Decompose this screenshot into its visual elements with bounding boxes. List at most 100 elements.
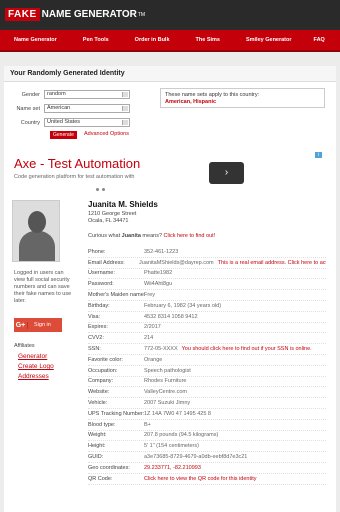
address-line-1: 1210 George Street <box>88 211 137 217</box>
nav-item-the-sims[interactable]: The Sims <box>196 37 220 43</box>
nav-item-faq[interactable]: FAQ <box>314 37 325 43</box>
ad-title[interactable]: Axe - Test Automation <box>14 156 140 171</box>
detail-row: Username: Phatte1982 <box>88 269 326 280</box>
detail-row: Phone: 352-461-1223 <box>88 247 326 258</box>
detail-value: 214 <box>144 335 153 341</box>
ad-banner[interactable]: Axe - Test Automation Code generation pl… <box>6 150 326 191</box>
ad-info-icon[interactable]: i <box>315 152 322 158</box>
detail-value-text: Rhodes Furniture <box>144 378 187 385</box>
nav-item-smiley-generator[interactable]: Smiley Generator <box>246 37 292 43</box>
detail-value: B+ <box>144 422 151 428</box>
detail-value-text: 214 <box>144 335 154 342</box>
nameset-label: Name set <box>16 105 40 112</box>
name-set-info-value: American, Hispanic <box>165 99 217 105</box>
ad-dot-icon[interactable] <box>96 188 99 191</box>
country-row: Country United States <box>6 118 130 127</box>
detail-value[interactable]: 29.233771, -82.210993 <box>144 465 201 471</box>
detail-value: Phatte1982 <box>144 270 172 276</box>
detail-value-text: Frey <box>144 292 155 299</box>
detail-value: 2/2017 <box>144 324 161 330</box>
side-link-addresses[interactable]: Addresses <box>18 373 49 380</box>
nav-item-order-in-bulk[interactable]: Order in Bulk <box>135 37 170 43</box>
generate-button[interactable]: Generate <box>50 131 77 139</box>
detail-row: Geo coordinates: 29.233771, -82.210993 <box>88 463 326 474</box>
detail-extra-link[interactable]: This is a real email address. Click here… <box>218 260 326 266</box>
detail-row: Company: Rhodes Furniture <box>88 377 326 388</box>
gender-label: Gender <box>21 91 40 98</box>
detail-value-text: JuanitaMShields@dayrep.com <box>138 259 214 266</box>
google-signin-button[interactable]: G+ Sign in <box>14 318 62 332</box>
name-set-info-box: These name sets apply to this country: A… <box>160 88 325 108</box>
detail-value-text[interactable]: Click here to view the QR code for this … <box>144 476 257 482</box>
detail-value: ValleyCentre.com <box>144 389 187 395</box>
detail-label: Birthday: <box>88 302 110 309</box>
google-plus-icon: G+ <box>14 321 28 329</box>
detail-value: Rhodes Furniture <box>144 378 187 384</box>
nameset-select[interactable]: American <box>44 104 130 113</box>
main-nav: Name Generator Pen Tools Order in Bulk T… <box>0 30 340 52</box>
detail-extra-link[interactable]: You should click here to find out if you… <box>182 346 312 352</box>
detail-value: Wii4Aht8gu <box>144 281 172 287</box>
curious-mid: means? <box>140 233 164 239</box>
avatar-head-shape <box>28 211 46 233</box>
country-select[interactable]: United States <box>44 118 130 127</box>
ad-dot-icon[interactable] <box>102 188 105 191</box>
detail-label: Blood type: <box>88 421 116 428</box>
detail-value: February 6, 1982 (34 years old) <box>144 303 221 309</box>
gender-select[interactable]: random <box>44 90 130 99</box>
detail-value: 207.8 pounds (94.5 kilograms) <box>144 432 218 438</box>
name-meaning-link[interactable]: Click here to find out! <box>164 233 216 239</box>
detail-label: Email Address: <box>88 259 125 266</box>
detail-value: Speech pathologist <box>144 368 191 374</box>
detail-label: Password: <box>88 281 114 288</box>
detail-label: Expires: <box>88 324 108 331</box>
nav-item-name-generator[interactable]: Name Generator <box>14 37 57 43</box>
detail-label: Height: <box>88 443 106 450</box>
side-link-create-logo[interactable]: Create Logo <box>18 363 54 370</box>
identity-header: Juanita M. Shields 1210 George Street Oc… <box>88 200 158 225</box>
detail-row: Visa: 4532 8314 1058 9412 <box>88 312 326 323</box>
detail-row: QR Code: Click here to view the QR code f… <box>88 474 326 485</box>
logo-fake-text: FAKE <box>5 8 40 21</box>
detail-value-text: ValleyCentre.com <box>144 389 187 396</box>
detail-value[interactable]: Click here to view the QR code for this … <box>144 476 257 482</box>
detail-row: Email Address: JuanitaMShields@dayrep.com… <box>88 258 326 269</box>
detail-label: QR Code: <box>88 475 113 482</box>
nav-item-pen-tools[interactable]: Pen Tools <box>83 37 109 43</box>
detail-value: 2007 Suzuki Jimny <box>144 400 190 406</box>
detail-value-text: 772-05-XXXX <box>144 346 178 353</box>
detail-row: Occupation: Speech pathologist <box>88 366 326 377</box>
identity-details-table: Phone: 352-461-1223 Email Address: JuanitaM… <box>88 247 326 485</box>
detail-value: 1Z 14A 7W0 47 1495 425 8 <box>144 411 211 417</box>
avatar <box>12 200 60 262</box>
detail-row: SSN: 772-05-XXXX You should click here to … <box>88 344 326 355</box>
detail-label: Weight: <box>88 432 107 439</box>
detail-value: 772-05-XXXX You should click here to find… <box>144 346 312 352</box>
detail-label: Username: <box>88 270 115 277</box>
detail-row: Height: 5' 1" (154 centimeters) <box>88 441 326 453</box>
detail-row: Vehicle: 2007 Suzuki Jimny <box>88 398 326 409</box>
detail-row: UPS Tracking Number: 1Z 14A 7W0 47 1495 4… <box>88 409 326 420</box>
advanced-options-link[interactable]: Advanced Options <box>84 131 129 137</box>
detail-label: Vehicle: <box>88 400 108 407</box>
detail-label: Occupation: <box>88 367 118 374</box>
avatar-body-shape <box>19 231 55 261</box>
site-logo[interactable]: FAKE NAME GENERATOR TM <box>5 8 145 21</box>
ad-arrow-icon[interactable]: › <box>209 162 244 184</box>
detail-value-text: February 6, 1982 (34 years old) <box>144 302 222 309</box>
address-line-2: Ocala, FL 34471 <box>88 218 129 224</box>
detail-value: Orange <box>144 357 162 363</box>
ad-subtitle: Code generation platform for test automa… <box>14 174 135 180</box>
detail-value-text: B+ <box>144 421 151 428</box>
detail-value-text: a3e73685-8729-4679-a0db-eebf8d7e3c21 <box>144 454 248 461</box>
side-link-generator[interactable]: Generator <box>18 353 47 360</box>
detail-row: Website: ValleyCentre.com <box>88 387 326 399</box>
detail-label: Phone: <box>88 248 106 255</box>
detail-value-text[interactable]: 29.233771, -82.210993 <box>144 465 201 471</box>
detail-value-text: Speech pathologist <box>144 367 191 374</box>
detail-row: Birthday: February 6, 1982 (34 years old) <box>88 301 326 312</box>
logo-name-generator-text: NAME GENERATOR <box>41 9 137 20</box>
detail-value-text: 352-461-1223 <box>144 248 179 255</box>
detail-value-text: 1Z 14A 7W0 47 1495 425 8 <box>144 410 211 417</box>
links-heading: Affiliates <box>14 343 35 349</box>
